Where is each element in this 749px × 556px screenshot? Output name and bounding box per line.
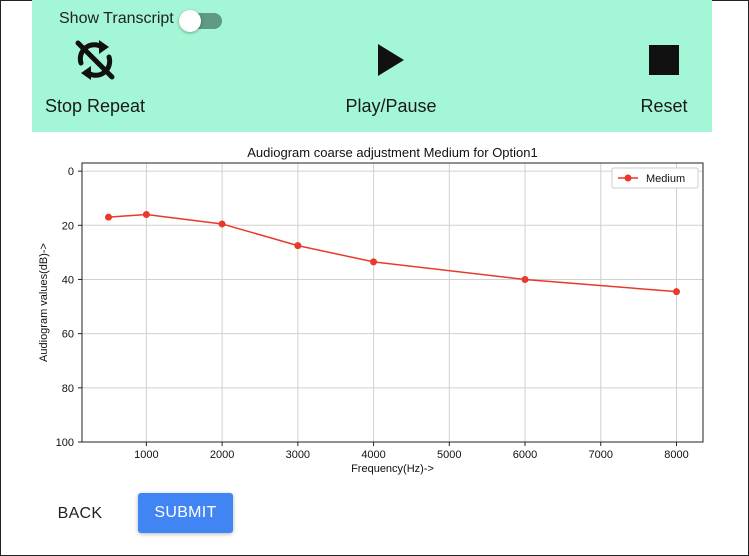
- stop-square-icon[interactable]: [649, 36, 679, 84]
- y-tick-label: 80: [62, 383, 74, 395]
- x-tick-label: 1000: [134, 449, 158, 461]
- chart-title: Audiogram coarse adjustment Medium for O…: [247, 145, 537, 160]
- x-tick-label: 6000: [513, 449, 537, 461]
- stop-repeat-button[interactable]: Stop Repeat: [45, 36, 145, 117]
- x-tick-label: 7000: [589, 449, 613, 461]
- y-tick-label: 20: [62, 220, 74, 232]
- data-point: [105, 213, 113, 221]
- x-tick-label: 5000: [437, 449, 461, 461]
- submit-button[interactable]: SUBMIT: [138, 493, 233, 533]
- data-point: [672, 288, 680, 296]
- y-tick-label: 60: [62, 329, 74, 341]
- x-axis-label: Frequency(Hz)->: [351, 463, 434, 475]
- y-tick-label: 100: [56, 437, 74, 449]
- legend-label: Medium: [646, 173, 685, 185]
- audio-control-panel: Show Transcript Stop Repeat Play/Pause R…: [32, 0, 712, 132]
- play-pause-label: Play/Pause: [345, 96, 437, 116]
- reset-label: Reset: [640, 96, 688, 116]
- stop-repeat-label: Stop Repeat: [44, 96, 146, 116]
- back-button[interactable]: BACK: [50, 500, 110, 528]
- toggle-knob[interactable]: [179, 10, 201, 32]
- y-tick-label: 0: [68, 166, 74, 178]
- plot-frame: [81, 162, 704, 443]
- x-tick-label: 8000: [664, 449, 688, 461]
- play-icon[interactable]: [376, 36, 406, 84]
- data-point: [370, 258, 378, 266]
- data-point: [521, 275, 529, 283]
- show-transcript-label: Show Transcript: [59, 10, 174, 27]
- data-point: [142, 210, 150, 218]
- reset-button[interactable]: Reset: [628, 36, 700, 117]
- legend-marker: [624, 174, 632, 182]
- x-tick-label: 4000: [361, 449, 385, 461]
- y-axis-label: Audiogram values(dB)->: [38, 243, 50, 362]
- show-transcript-toggle[interactable]: [179, 10, 222, 32]
- series-line-medium: [108, 213, 677, 293]
- play-pause-button[interactable]: Play/Pause: [341, 36, 441, 117]
- x-tick-label: 2000: [210, 449, 234, 461]
- x-tick-label: 3000: [286, 449, 310, 461]
- y-tick-label: 40: [62, 274, 74, 286]
- data-point: [294, 242, 302, 250]
- repeat-off-icon[interactable]: [72, 36, 118, 84]
- audiogram-chart: Audiogram coarse adjustment Medium for O…: [30, 140, 720, 480]
- data-point: [218, 220, 226, 228]
- audiogram-chart-svg: Audiogram coarse adjustment Medium for O…: [38, 145, 704, 475]
